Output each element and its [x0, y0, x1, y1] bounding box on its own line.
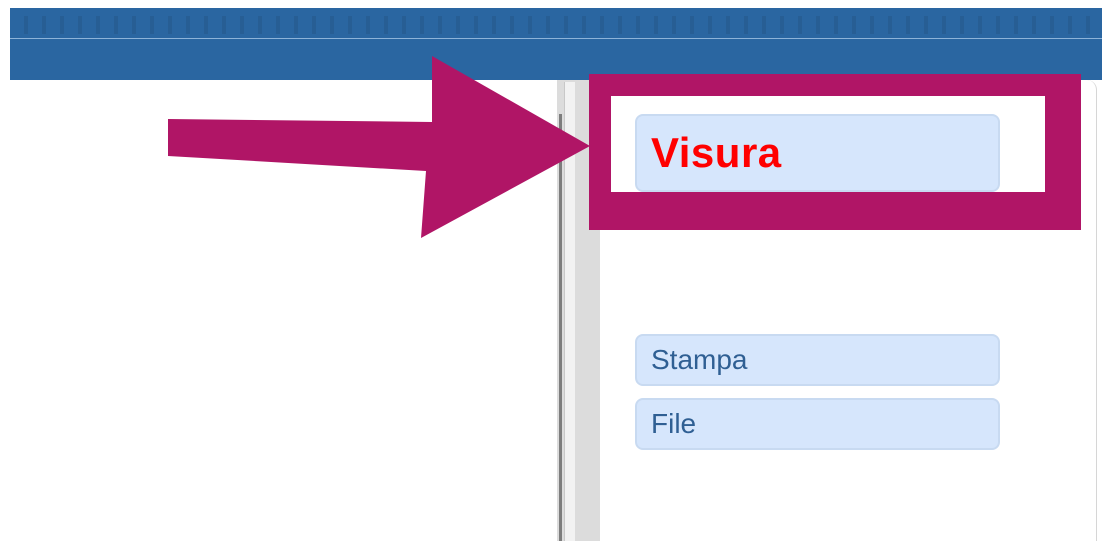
file-button[interactable]: File: [635, 398, 1000, 450]
stampa-button[interactable]: Stampa: [635, 334, 1000, 386]
splitter-edge: [559, 114, 562, 541]
header-divider: [10, 38, 1102, 39]
header-toolbar: [10, 16, 1102, 34]
app-header: [10, 8, 1102, 80]
splitter-bevel: [564, 82, 575, 541]
visura-button[interactable]: Visura: [635, 114, 1000, 192]
left-pane: [0, 80, 557, 541]
